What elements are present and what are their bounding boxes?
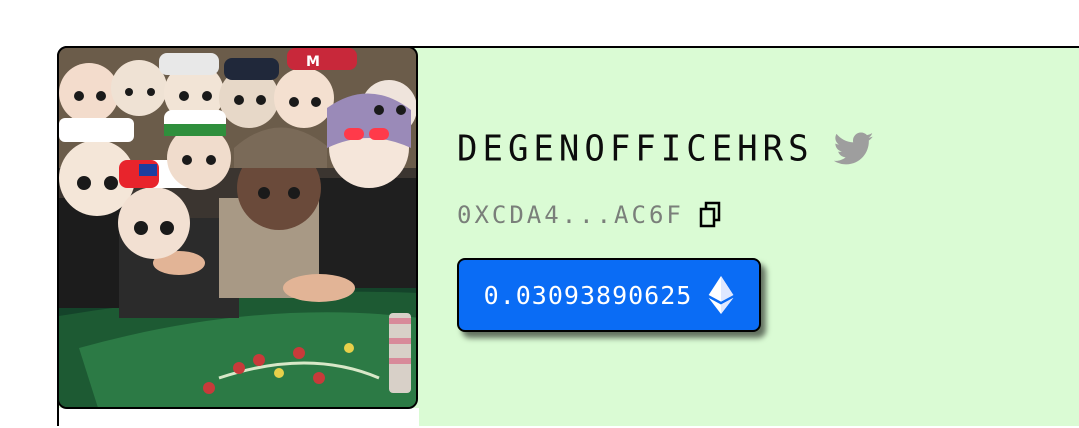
profile-avatar-image: M <box>57 46 418 409</box>
copy-icon[interactable] <box>698 201 722 229</box>
svg-text:M: M <box>306 54 320 70</box>
ethereum-icon <box>708 276 734 314</box>
balance-button[interactable]: 0.03093890625 <box>457 258 761 332</box>
profile-name: DEGENOFFICEHRS <box>457 128 814 170</box>
eth-balance: 0.03093890625 <box>483 280 693 310</box>
card-left-strip <box>59 408 419 428</box>
wallet-address: 0XCDA4...AC6F <box>457 201 684 229</box>
avatar-illustration: M <box>59 48 416 407</box>
twitter-icon[interactable] <box>833 132 874 166</box>
profile-info: DEGENOFFICEHRS 0XCDA4...AC6F <box>457 128 874 230</box>
name-row: DEGENOFFICEHRS <box>457 128 874 170</box>
address-row: 0XCDA4...AC6F <box>457 200 874 230</box>
profile-card: M DEGENOFFICEHRS 0XCDA4...AC6F 0.0309389… <box>57 46 1079 428</box>
